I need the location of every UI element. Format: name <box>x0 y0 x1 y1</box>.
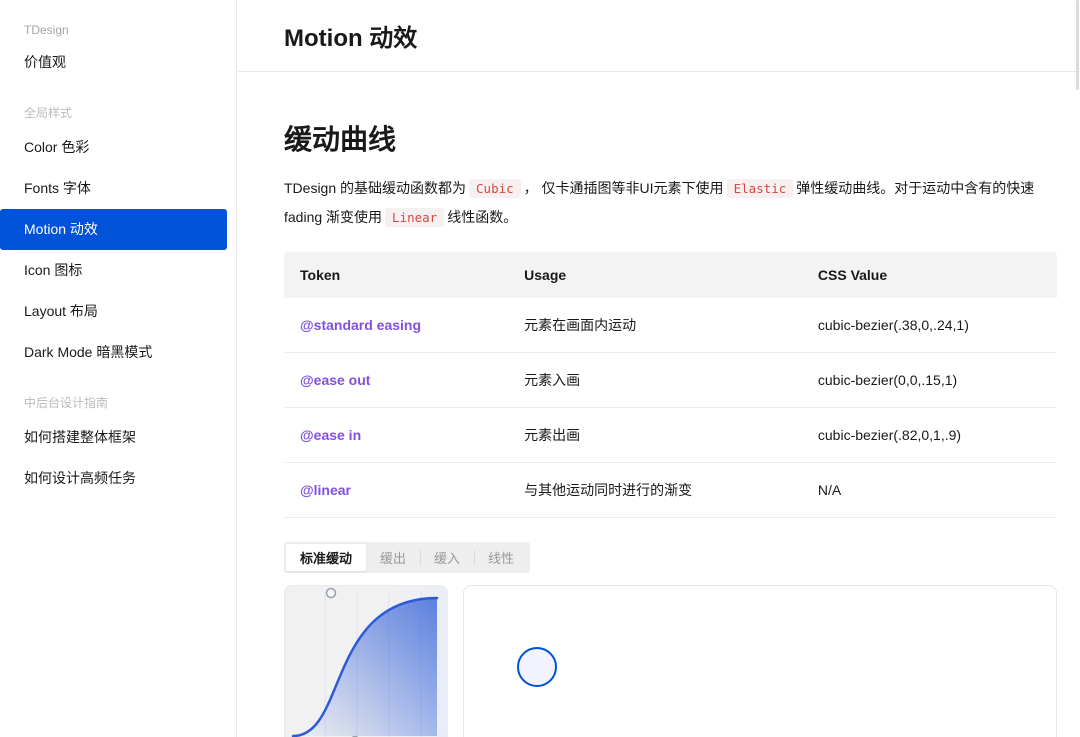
tab-linear[interactable]: 线性 <box>474 544 528 571</box>
code-chip-linear: Linear <box>385 208 444 227</box>
sidebar-group-global-styles: 全局样式 <box>0 89 236 127</box>
sidebar-item-tasks[interactable]: 如何设计高频任务 <box>0 458 236 499</box>
sidebar-item-icon[interactable]: Icon 图标 <box>0 250 236 291</box>
sidebar-group-guide: 中后台设计指南 <box>0 379 236 417</box>
sidebar-item-dark-mode[interactable]: Dark Mode 暗黑模式 <box>0 332 236 373</box>
table-row: @linear 与其他运动同时进行的渐变 N/A <box>284 463 1057 518</box>
usage-cell: 与其他运动同时进行的渐变 <box>508 463 802 518</box>
curve-handle-top[interactable] <box>327 589 336 598</box>
main-content: Motion 动效 缓动曲线 TDesign 的基础缓动函数都为Cubic， 仅… <box>238 0 1080 737</box>
sidebar-item-fonts[interactable]: Fonts 字体 <box>0 168 236 209</box>
css-value-cell: cubic-bezier(.38,0,.24,1) <box>802 298 1057 353</box>
column-header-token: Token <box>284 252 508 298</box>
token-link-ease-in[interactable]: @ease in <box>300 427 361 443</box>
bezier-curve-editor[interactable] <box>284 585 448 737</box>
desc-text: ， 仅卡通插图等非UI元素下使用 <box>524 180 724 196</box>
page-title: Motion 动效 <box>284 18 417 53</box>
tab-standard-easing[interactable]: 标准缓动 <box>286 544 366 571</box>
bezier-curve-preview <box>285 586 447 737</box>
tab-ease-in[interactable]: 缓入 <box>420 544 474 571</box>
code-chip-elastic: Elastic <box>727 179 794 198</box>
tab-ease-out[interactable]: 缓出 <box>366 544 420 571</box>
column-header-css-value: CSS Value <box>802 252 1057 298</box>
animation-ball <box>517 647 557 687</box>
desc-text: TDesign 的基础缓动函数都为 <box>284 180 466 196</box>
usage-cell: 元素在画面内运动 <box>508 298 802 353</box>
css-value-cell: cubic-bezier(.82,0,1,.9) <box>802 408 1057 463</box>
scrollbar-thumb[interactable] <box>1076 0 1079 90</box>
usage-cell: 元素入画 <box>508 353 802 408</box>
table-row: @ease out 元素入画 cubic-bezier(0,0,.15,1) <box>284 353 1057 408</box>
table-row: @ease in 元素出画 cubic-bezier(.82,0,1,.9) <box>284 408 1057 463</box>
token-link-linear[interactable]: @linear <box>300 482 351 498</box>
description-paragraph: TDesign 的基础缓动函数都为Cubic， 仅卡通插图等非UI元素下使用El… <box>284 174 1057 232</box>
animation-stage[interactable] <box>463 585 1057 737</box>
usage-cell: 元素出画 <box>508 408 802 463</box>
sidebar-item-framework[interactable]: 如何搭建整体框架 <box>0 417 236 458</box>
css-value-cell: cubic-bezier(0,0,.15,1) <box>802 353 1057 408</box>
sidebar-item-layout[interactable]: Layout 布局 <box>0 291 236 332</box>
easing-demo <box>284 585 1057 737</box>
sidebar-item-color[interactable]: Color 色彩 <box>0 127 236 168</box>
column-header-usage: Usage <box>508 252 802 298</box>
table-row: @standard easing 元素在画面内运动 cubic-bezier(.… <box>284 298 1057 353</box>
sidebar-item-motion[interactable]: Motion 动效 <box>0 209 227 250</box>
easing-tabs: 标准缓动 缓出 缓入 线性 <box>284 542 530 573</box>
sidebar: TDesign 价值观 全局样式 Color 色彩 Fonts 字体 Motio… <box>0 0 237 737</box>
desc-text: 线性函数。 <box>447 209 517 225</box>
code-chip-cubic: Cubic <box>469 179 521 198</box>
css-value-cell: N/A <box>802 463 1057 518</box>
table-header-row: Token Usage CSS Value <box>284 252 1057 298</box>
sidebar-item-values[interactable]: 价值观 <box>0 42 236 83</box>
page-header: Motion 动效 <box>238 0 1080 72</box>
section-title: 缓动曲线 <box>284 118 1057 158</box>
easing-table: Token Usage CSS Value @standard easing 元… <box>284 252 1057 518</box>
token-link-standard-easing[interactable]: @standard easing <box>300 317 421 333</box>
token-link-ease-out[interactable]: @ease out <box>300 372 370 388</box>
brand-logo: TDesign <box>0 18 236 42</box>
